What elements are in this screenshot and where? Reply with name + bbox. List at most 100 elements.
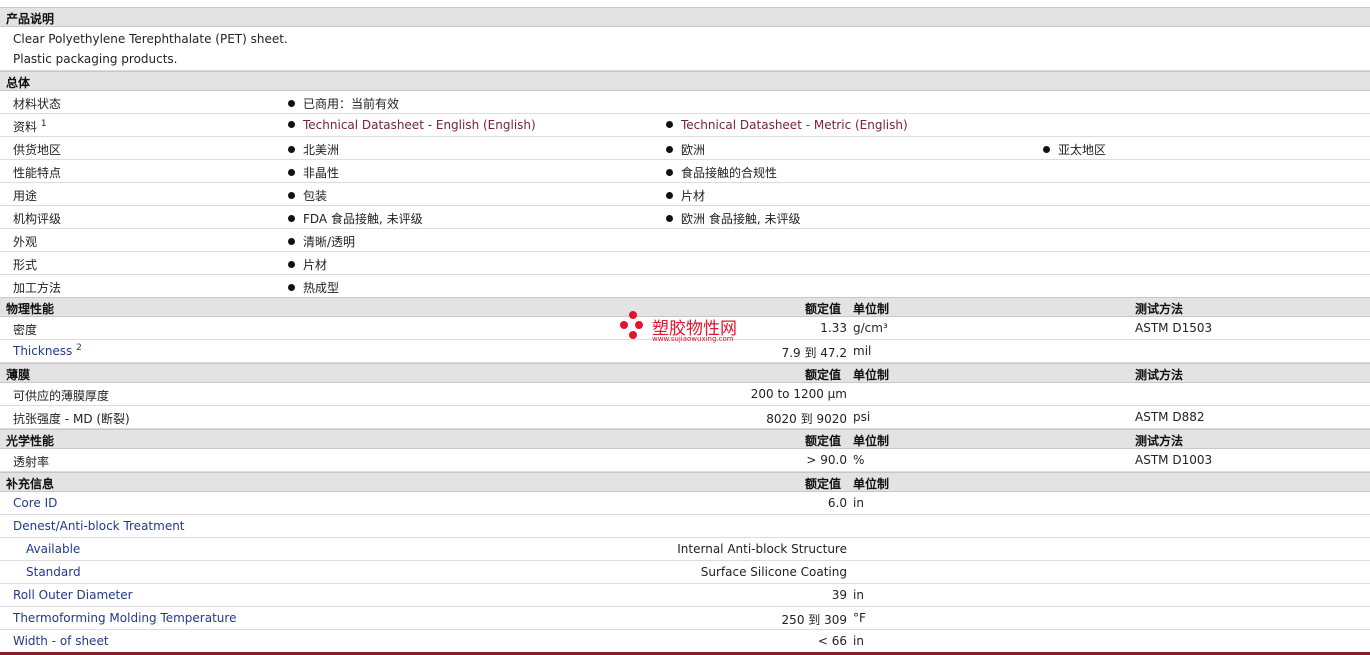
bullet-icon bbox=[666, 121, 673, 128]
row-label: Width - of sheet bbox=[13, 634, 109, 648]
col-header-unit: 单位制 bbox=[853, 302, 890, 316]
property-row: Width - of sheet < 66 in bbox=[0, 630, 1370, 652]
row-label: 用途 bbox=[13, 189, 38, 203]
section-title: 补充信息 bbox=[6, 477, 55, 491]
bullet-icon bbox=[288, 169, 295, 176]
description-line: Clear Polyethylene Terephthalate (PET) s… bbox=[13, 32, 288, 46]
watermark-logo: 塑胶物性网 www.sujiaowuxing.com bbox=[620, 311, 760, 347]
bullet-icon bbox=[288, 284, 295, 291]
bullet-icon bbox=[288, 238, 295, 245]
description-block: Clear Polyethylene Terephthalate (PET) s… bbox=[0, 27, 1370, 71]
section-title: 产品说明 bbox=[6, 12, 55, 26]
row-label: 资料 1 bbox=[13, 119, 47, 135]
footnote-marker: 1 bbox=[40, 119, 47, 129]
bullet-icon bbox=[288, 261, 295, 268]
bullet-icon bbox=[666, 215, 673, 222]
row-label: 透射率 bbox=[13, 455, 50, 469]
col-header-value: 额定值 bbox=[805, 368, 842, 382]
row-label: 机构评级 bbox=[13, 212, 62, 226]
col-header-method: 测试方法 bbox=[1135, 302, 1184, 316]
bullet-icon bbox=[288, 146, 295, 153]
general-row-form: 形式 片材 bbox=[0, 252, 1370, 275]
bullet-icon bbox=[666, 192, 673, 199]
property-value: Internal Anti-block Structure bbox=[677, 542, 847, 556]
col-header-unit: 单位制 bbox=[853, 477, 890, 491]
bullet-icon bbox=[288, 121, 295, 128]
bullet-icon bbox=[1043, 146, 1050, 153]
property-row: Denest/Anti-block Treatment bbox=[0, 515, 1370, 538]
bullet-item: 欧洲 食品接触, 未评级 bbox=[666, 210, 800, 227]
datasheet-link-english[interactable]: Technical Datasheet - English (English) bbox=[288, 118, 536, 132]
row-label: Thickness 2 bbox=[13, 343, 82, 359]
property-row: Standard Surface Silicone Coating bbox=[0, 561, 1370, 584]
property-unit: g/cm³ bbox=[853, 321, 888, 335]
bullet-item: 包装 bbox=[288, 187, 327, 204]
bullet-item: 非晶性 bbox=[288, 164, 339, 181]
section-title: 物理性能 bbox=[6, 302, 55, 316]
property-value: 39 bbox=[831, 588, 847, 602]
bullet-item: 食品接触的合规性 bbox=[666, 164, 777, 181]
property-value: > 90.0 bbox=[806, 453, 847, 467]
col-header-value: 额定值 bbox=[805, 434, 842, 448]
description-line: Plastic packaging products. bbox=[13, 52, 178, 66]
general-row-status: 材料状态 已商用：当前有效 bbox=[0, 91, 1370, 114]
section-header-general: 总体 bbox=[0, 71, 1370, 91]
general-row-processing: 加工方法 热成型 bbox=[0, 275, 1370, 298]
general-row-features: 性能特点 非晶性 食品接触的合规性 bbox=[0, 160, 1370, 183]
property-row: Available Internal Anti-block Structure bbox=[0, 538, 1370, 561]
property-row: 可供应的薄膜厚度 200 to 1200 µm bbox=[0, 383, 1370, 406]
general-row-agency: 机构评级 FDA 食品接触, 未评级 欧洲 食品接触, 未评级 bbox=[0, 206, 1370, 229]
property-value: 1.33 bbox=[820, 321, 847, 335]
bullet-item: 欧洲 bbox=[666, 141, 705, 158]
row-label: Denest/Anti-block Treatment bbox=[13, 519, 185, 533]
datasheet: 产品说明 Clear Polyethylene Terephthalate (P… bbox=[0, 0, 1370, 655]
bullet-item: FDA 食品接触, 未评级 bbox=[288, 210, 423, 227]
section-header-film: 薄膜 额定值 单位制 测试方法 bbox=[0, 363, 1370, 383]
property-unit: % bbox=[853, 453, 865, 467]
general-row-documents: 资料 1 Technical Datasheet - English (Engl… bbox=[0, 114, 1370, 137]
property-row: Thermoforming Molding Temperature 250 到 … bbox=[0, 607, 1370, 630]
row-label: Thermoforming Molding Temperature bbox=[13, 611, 237, 625]
bullet-icon bbox=[288, 215, 295, 222]
row-label: Roll Outer Diameter bbox=[13, 588, 133, 602]
datasheet-link-metric[interactable]: Technical Datasheet - Metric (English) bbox=[666, 118, 908, 132]
row-label: Standard bbox=[26, 565, 81, 579]
row-label: Available bbox=[26, 542, 81, 556]
section-title: 光学性能 bbox=[6, 434, 55, 448]
row-label: 外观 bbox=[13, 235, 38, 249]
watermark-url: www.sujiaowuxing.com bbox=[652, 335, 734, 343]
test-method: ASTM D882 bbox=[1135, 410, 1205, 424]
section-title: 薄膜 bbox=[6, 368, 31, 382]
property-value: 8020 到 9020 bbox=[766, 412, 847, 426]
property-row: Core ID 6.0 in bbox=[0, 492, 1370, 515]
col-header-value: 额定值 bbox=[805, 302, 842, 316]
property-unit: °F bbox=[853, 611, 866, 625]
bullet-icon bbox=[666, 146, 673, 153]
property-value: < 66 bbox=[817, 634, 847, 648]
property-unit: mil bbox=[853, 344, 872, 358]
property-unit: in bbox=[853, 496, 864, 510]
property-value: 7.9 到 47.2 bbox=[781, 346, 847, 360]
bullet-icon bbox=[288, 192, 295, 199]
property-row: 透射率 > 90.0 % ASTM D1003 bbox=[0, 449, 1370, 472]
general-row-regions: 供货地区 北美洲 欧洲 亚太地区 bbox=[0, 137, 1370, 160]
property-unit: in bbox=[853, 634, 864, 648]
row-label: 密度 bbox=[13, 323, 38, 337]
test-method: ASTM D1003 bbox=[1135, 453, 1213, 467]
row-label: 供货地区 bbox=[13, 143, 62, 157]
property-value: 6.0 bbox=[827, 496, 847, 510]
property-value: 200 to 1200 µm bbox=[750, 387, 847, 401]
general-row-uses: 用途 包装 片材 bbox=[0, 183, 1370, 206]
property-row: Roll Outer Diameter 39 in bbox=[0, 584, 1370, 607]
col-header-unit: 单位制 bbox=[853, 368, 890, 382]
row-label: 可供应的薄膜厚度 bbox=[13, 389, 110, 403]
row-label: 性能特点 bbox=[13, 166, 62, 180]
section-title: 总体 bbox=[6, 76, 31, 90]
row-label: 材料状态 bbox=[13, 97, 62, 111]
section-header-optical: 光学性能 额定值 单位制 测试方法 bbox=[0, 429, 1370, 449]
logo-dots-icon bbox=[620, 311, 646, 345]
bullet-item: 已商用：当前有效 bbox=[288, 95, 399, 112]
col-header-unit: 单位制 bbox=[853, 434, 890, 448]
col-header-method: 测试方法 bbox=[1135, 434, 1184, 448]
bullet-item: 片材 bbox=[288, 256, 327, 273]
